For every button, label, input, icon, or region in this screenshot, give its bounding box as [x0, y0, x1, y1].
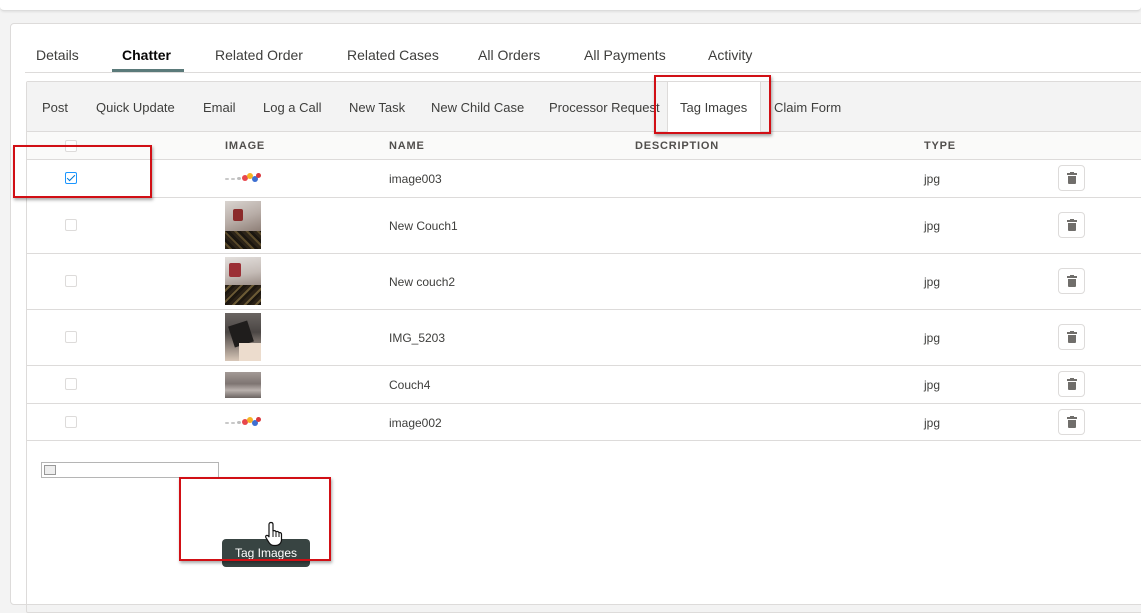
row-checkbox[interactable] — [65, 331, 77, 343]
table-row: New couch2 jpg — [27, 254, 1141, 310]
delete-button[interactable] — [1058, 324, 1085, 350]
trash-icon — [1067, 218, 1077, 231]
row-checkbox[interactable] — [65, 378, 77, 390]
table-row: New Couch1 jpg — [27, 198, 1141, 254]
tab-post[interactable]: Post — [42, 100, 68, 115]
broken-image-icon — [41, 462, 219, 478]
delete-button[interactable] — [1058, 371, 1085, 397]
image-thumbnail — [225, 372, 261, 398]
table-row: IMG_5203 jpg — [27, 310, 1141, 366]
image-thumbnail — [225, 173, 265, 183]
tab-claim-form[interactable]: Claim Form — [774, 100, 841, 115]
tab-activity[interactable]: Activity — [708, 47, 752, 63]
image-type: jpg — [924, 275, 941, 289]
tab-processor-request[interactable]: Processor Request — [549, 100, 660, 115]
highlight-tag-images-button — [179, 477, 331, 561]
table-row: image002 jpg — [27, 404, 1141, 441]
image-type: jpg — [924, 416, 941, 430]
hand-pointer-icon — [265, 521, 283, 547]
header-card — [0, 0, 1141, 11]
image-type: jpg — [924, 331, 941, 345]
delete-button[interactable] — [1058, 212, 1085, 238]
tab-all-orders[interactable]: All Orders — [478, 47, 540, 63]
table-row: Couch4 jpg — [27, 366, 1141, 404]
column-header-type: TYPE — [924, 140, 956, 152]
table-row: image003 jpg — [27, 160, 1141, 198]
image-type: jpg — [924, 378, 941, 392]
image-name: Couch4 — [389, 378, 431, 392]
tab-all-payments[interactable]: All Payments — [584, 47, 666, 63]
image-thumbnail — [225, 313, 261, 361]
image-name: New couch2 — [389, 275, 456, 289]
tab-quick-update[interactable]: Quick Update — [96, 100, 175, 115]
column-header-image: IMAGE — [225, 140, 266, 152]
row-checkbox[interactable] — [65, 416, 77, 428]
delete-button[interactable] — [1058, 165, 1085, 191]
tab-related-order[interactable]: Related Order — [215, 47, 303, 63]
image-thumbnail — [225, 257, 261, 305]
delete-button[interactable] — [1058, 268, 1085, 294]
publisher-action-tabs: Post Quick Update Email Log a Call New T… — [27, 82, 1141, 132]
table-header: IMAGE NAME DESCRIPTION TYPE — [27, 132, 1141, 160]
trash-icon — [1067, 330, 1077, 343]
highlight-selected-checkbox — [13, 145, 152, 198]
record-tabs: Details Chatter Related Order Related Ca… — [25, 44, 1141, 73]
tab-new-child-case[interactable]: New Child Case — [431, 100, 524, 115]
trash-icon — [1067, 415, 1077, 428]
image-thumbnail — [225, 417, 265, 427]
column-header-description: DESCRIPTION — [635, 140, 719, 152]
tab-log-a-call[interactable]: Log a Call — [263, 100, 322, 115]
image-name: New Couch1 — [389, 219, 458, 233]
trash-icon — [1067, 171, 1077, 184]
row-checkbox[interactable] — [65, 219, 77, 231]
tab-details[interactable]: Details — [36, 47, 79, 63]
column-header-name: NAME — [389, 140, 425, 152]
image-name: IMG_5203 — [389, 331, 446, 345]
image-type: jpg — [924, 172, 941, 186]
tab-email[interactable]: Email — [203, 100, 236, 115]
tab-related-cases[interactable]: Related Cases — [347, 47, 439, 63]
image-name: image002 — [389, 416, 442, 430]
delete-button[interactable] — [1058, 409, 1085, 435]
highlight-tag-images-tab — [654, 75, 771, 134]
tab-chatter[interactable]: Chatter — [122, 47, 171, 63]
image-thumbnail — [225, 201, 261, 249]
image-type: jpg — [924, 219, 941, 233]
trash-icon — [1067, 377, 1077, 390]
trash-icon — [1067, 274, 1077, 287]
active-tab-indicator — [112, 69, 184, 72]
tab-new-task[interactable]: New Task — [349, 100, 405, 115]
image-name: image003 — [389, 172, 442, 186]
row-checkbox[interactable] — [65, 275, 77, 287]
